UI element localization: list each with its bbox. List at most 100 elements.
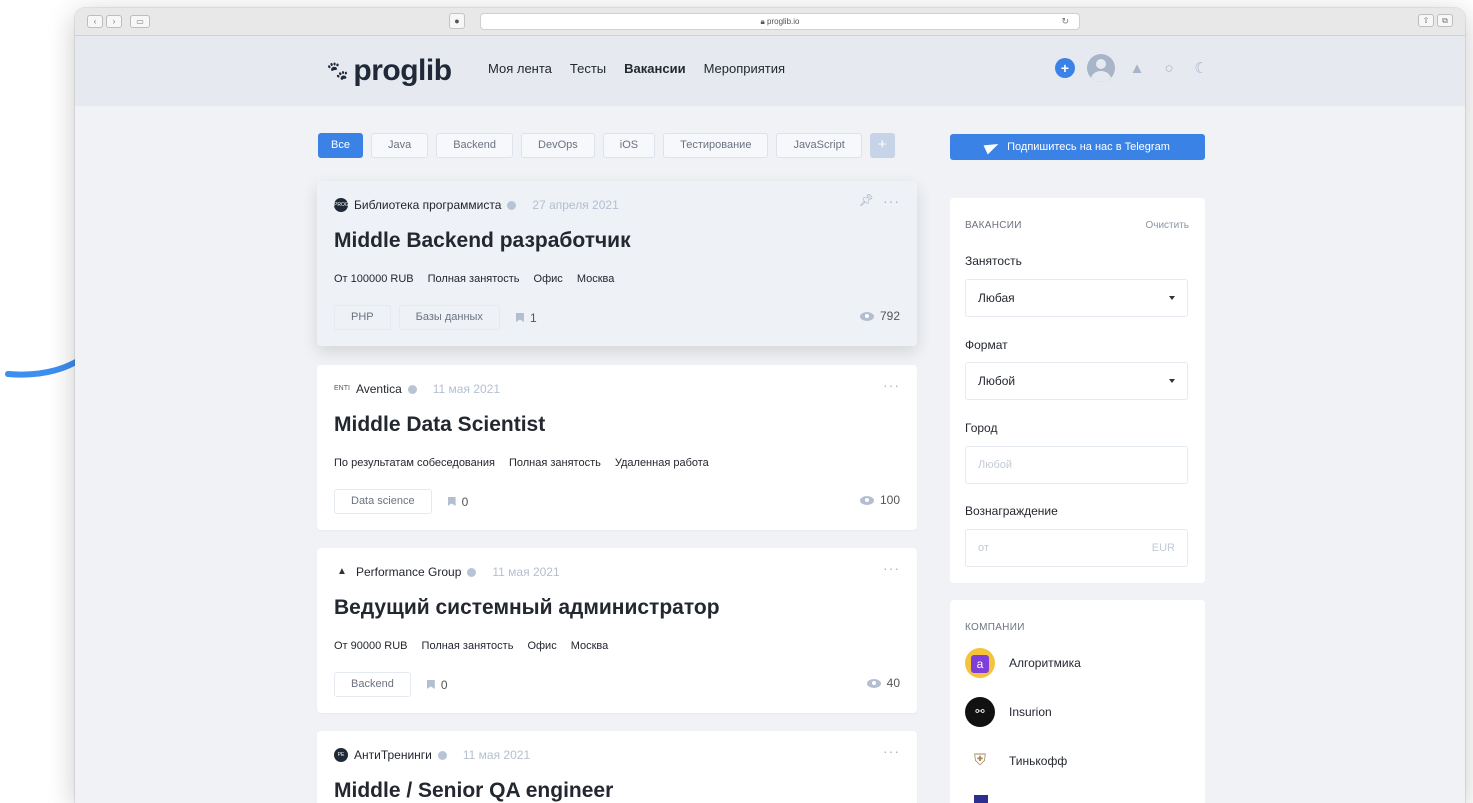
filter-all[interactable]: Все — [318, 133, 363, 158]
pin-icon: 📌︎ — [858, 193, 875, 207]
job-title[interactable]: Middle Data Scientist — [334, 413, 545, 437]
add-filter-button[interactable]: + — [869, 133, 895, 158]
job-title[interactable]: Middle / Senior QA engineer — [334, 779, 613, 803]
more-menu-icon[interactable]: ··· — [883, 743, 900, 759]
company-name[interactable]: Библиотека программиста — [354, 198, 501, 212]
post-date: 27 апреля 2021 — [532, 198, 619, 212]
vacancy-filter-panel: ВАКАНСИИ Очистить Занятость Любая Формат… — [950, 198, 1205, 583]
filter-devops[interactable]: DevOps — [521, 133, 595, 158]
user-avatar[interactable] — [1087, 54, 1115, 82]
job-tag[interactable]: Data science — [334, 489, 432, 514]
address-bar[interactable]: 🔒︎ proglib.io ↻ — [480, 13, 1080, 30]
main-nav: Моя лента Тесты Вакансии Мероприятия — [488, 61, 785, 76]
bookmark-icon — [426, 680, 435, 689]
post-date: 11 мая 2021 — [432, 382, 501, 396]
search-icon[interactable]: ○ — [1159, 60, 1179, 77]
view-count-value: 792 — [879, 309, 900, 323]
telegram-subscribe-button[interactable]: Подпишитесь на нас в Telegram — [950, 134, 1205, 160]
bookmark-icon — [515, 313, 524, 322]
employment-value: Любая — [978, 291, 1015, 305]
privacy-shield-icon[interactable]: ● — [449, 13, 465, 29]
forward-button[interactable]: › — [106, 15, 122, 28]
moon-icon[interactable]: ☾ — [1191, 59, 1211, 77]
company-name[interactable]: АнтиТренинги — [354, 748, 432, 762]
job-tag[interactable]: PHP — [334, 305, 391, 330]
more-menu-icon[interactable]: ··· — [883, 193, 900, 209]
job-tag[interactable]: Базы данных — [398, 305, 500, 330]
bookmark-button[interactable]: 0 — [426, 677, 448, 692]
job-card[interactable]: PROG Библиотека программиста 27 апреля 2… — [317, 181, 917, 346]
salary-input[interactable]: от EUR — [965, 529, 1188, 567]
nav-feed[interactable]: Моя лента — [488, 61, 552, 76]
city-label: Город — [965, 421, 998, 435]
algoritmika-logo: a — [965, 648, 995, 678]
job-salary: От 90000 RUB — [334, 640, 408, 652]
job-tag[interactable]: Backend — [334, 672, 411, 697]
city-input[interactable]: Любой — [965, 446, 1188, 484]
filter-testing[interactable]: Тестирование — [663, 133, 769, 158]
job-title[interactable]: Ведущий системный администратор — [334, 596, 720, 620]
nav-events[interactable]: Мероприятия — [704, 61, 786, 76]
view-count: 792 — [859, 309, 900, 323]
filter-java[interactable]: Java — [370, 133, 429, 158]
verified-icon — [407, 384, 417, 394]
telegram-label: Подпишитесь на нас в Telegram — [1007, 141, 1170, 153]
company-item[interactable]: ⛨ Тинькофф — [965, 746, 1067, 776]
filter-backend[interactable]: Backend — [436, 133, 514, 158]
tabs-icon[interactable]: ⧉ — [1437, 14, 1453, 27]
bookmark-count: 0 — [461, 494, 469, 509]
company-name[interactable]: Performance Group — [356, 565, 461, 579]
eye-icon — [859, 311, 874, 321]
company-item[interactable]: ⚯ Insurion — [965, 697, 1052, 727]
eye-icon — [859, 495, 874, 505]
job-card[interactable]: PE АнтиТренинги 11 мая 2021 ··· Middle /… — [317, 731, 917, 803]
job-card[interactable]: ENTI Aventica 11 мая 2021 ··· Middle Dat… — [317, 365, 917, 530]
bookmark-count: 0 — [440, 677, 448, 692]
nav-tests[interactable]: Тесты — [570, 61, 606, 76]
salary-label: Вознаграждение — [965, 504, 1058, 518]
sidebar-toggle-icon[interactable]: ▭ — [130, 15, 150, 28]
share-icon[interactable]: ⇧ — [1418, 14, 1434, 27]
job-city: Москва — [570, 640, 609, 652]
job-card[interactable]: ▲ Performance Group 11 мая 2021 ··· Веду… — [317, 548, 917, 713]
salary-placeholder: от — [978, 542, 989, 554]
format-select[interactable]: Любой — [965, 362, 1188, 400]
job-meta: От 100000 RUB Полная занятость Офис Моск… — [334, 273, 614, 285]
view-count: 40 — [866, 676, 900, 690]
bell-icon[interactable]: ▲ — [1127, 60, 1147, 77]
filter-javascript[interactable]: JavaScript — [776, 133, 862, 158]
company-item-name: Алгоритмика — [1009, 656, 1081, 670]
employment-select[interactable]: Любая — [965, 279, 1188, 317]
bookmark-button[interactable]: 1 — [515, 311, 537, 325]
back-button[interactable]: ‹ — [87, 15, 103, 28]
company-item[interactable]: a Алгоритмика — [965, 648, 1081, 678]
post-date: 11 мая 2021 — [492, 565, 560, 579]
proglib-logo[interactable]: 🐾︎ proglib — [325, 54, 452, 88]
nav-vacancies[interactable]: Вакансии — [624, 61, 685, 76]
view-count-value: 100 — [879, 493, 900, 507]
filter-ios[interactable]: iOS — [602, 133, 656, 158]
more-menu-icon[interactable]: ··· — [883, 560, 900, 576]
job-format: Удаленная работа — [614, 457, 709, 469]
company-name[interactable]: Aventica — [356, 382, 402, 396]
job-format: Офис — [527, 640, 557, 652]
add-post-icon[interactable]: + — [1055, 58, 1075, 78]
company-item-name: Insurion — [1009, 705, 1052, 719]
browser-toolbar: ‹ › ▭ ● 🔒︎ proglib.io ↻ ⇧ ⧉ — [75, 8, 1465, 36]
eye-icon — [866, 678, 881, 688]
company-logo: ▲ — [337, 566, 347, 577]
telegram-icon — [983, 139, 1001, 155]
chevron-down-icon — [1169, 379, 1175, 383]
verified-icon — [507, 200, 517, 210]
insurion-logo: ⚯ — [965, 697, 995, 727]
tinkoff-logo: ⛨ — [973, 752, 986, 769]
clear-filters-button[interactable]: Очистить — [1145, 220, 1189, 231]
more-menu-icon[interactable]: ··· — [883, 377, 900, 393]
bookmark-button[interactable]: 0 — [447, 494, 469, 509]
bookmark-icon — [447, 497, 456, 506]
reload-icon[interactable]: ↻ — [1061, 14, 1069, 29]
job-employment: Полная занятость — [427, 273, 520, 285]
job-city: Москва — [576, 273, 615, 285]
job-title[interactable]: Middle Backend разработчик — [334, 229, 631, 253]
address-bar-url: proglib.io — [767, 17, 800, 26]
